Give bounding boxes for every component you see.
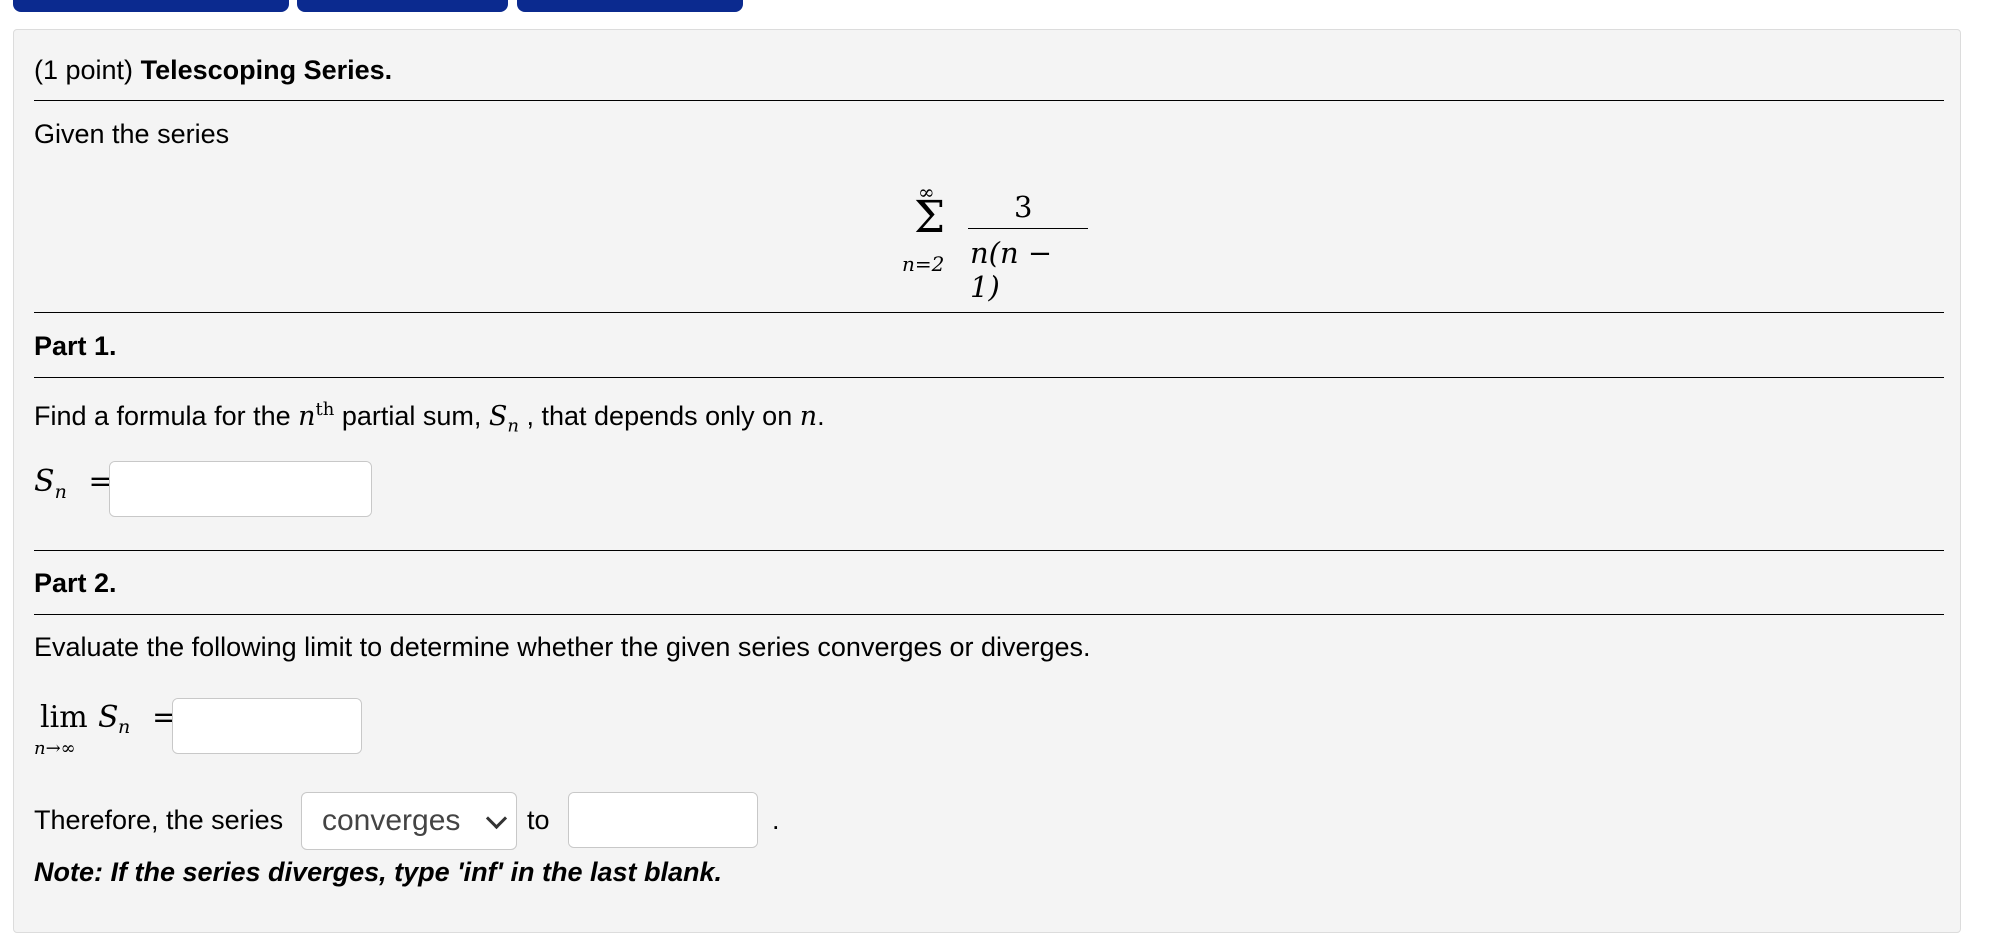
instruction-text: , that depends only on <box>519 401 800 431</box>
top-tab-1[interactable] <box>13 0 289 12</box>
lim-subscript: n→∞ <box>34 738 76 759</box>
sum-symbol: Σ <box>914 192 946 243</box>
sn-answer-field <box>109 461 372 517</box>
chevron-down-icon <box>485 807 508 830</box>
problem-title: Telescoping Series. <box>140 55 393 85</box>
top-tab-2[interactable] <box>297 0 508 12</box>
divider <box>34 614 1944 615</box>
part1-instruction: Find a formula for the nth partial sum, … <box>34 394 825 442</box>
fraction-denominator: n(n − 1) <box>970 236 1053 304</box>
problem-header: (1 point) Telescoping Series. <box>34 54 392 86</box>
top-tab-3[interactable] <box>517 0 743 12</box>
part2-instruction: Evaluate the following limit to determin… <box>34 632 1091 662</box>
therefore-text: Therefore, the series <box>34 805 284 835</box>
points-label: (1 point) <box>34 55 134 85</box>
sn-label: Sn = <box>34 464 114 503</box>
final-answer-field <box>568 792 758 848</box>
math-S: S <box>488 401 508 432</box>
to-text: to <box>527 805 550 835</box>
limit-answer-field <box>172 698 362 754</box>
note-text: Note: If the series diverges, type 'inf'… <box>34 857 723 887</box>
math-th: th <box>315 399 335 420</box>
final-input[interactable] <box>569 793 757 847</box>
divider <box>34 377 1944 378</box>
divider <box>34 312 1944 313</box>
sum-lower-limit: n=2 <box>902 252 945 276</box>
sn-input[interactable] <box>110 462 371 516</box>
math-n: n <box>799 401 818 432</box>
fraction-bar <box>968 228 1088 229</box>
series-formula: ∞ Σ n=2 3 n(n − 1) <box>900 178 1090 304</box>
divider <box>34 100 1944 101</box>
part2-heading: Part 2. <box>34 568 117 598</box>
fraction-numerator: 3 <box>1014 190 1033 224</box>
math-n: n <box>298 401 316 432</box>
math-S: S <box>34 464 55 499</box>
instruction-text: . <box>817 401 825 431</box>
select-value: converges <box>322 804 461 837</box>
math-sub-n: n <box>54 481 67 503</box>
given-text: Given the series <box>34 119 230 149</box>
math-S: S <box>98 700 119 735</box>
math-sub-n: n <box>118 716 131 738</box>
lim-text: lim <box>40 700 88 735</box>
convergence-select[interactable]: converges <box>301 792 517 850</box>
part1-heading: Part 1. <box>34 331 117 361</box>
divider <box>34 550 1944 551</box>
period-text: . <box>772 805 780 835</box>
instruction-text: Find a formula for the <box>34 401 299 431</box>
limit-input[interactable] <box>173 699 361 753</box>
problem-card: (1 point) Telescoping Series. Given the … <box>13 29 1961 933</box>
math-sub-n: n <box>507 415 519 437</box>
limit-label: lim n→∞ S n = <box>34 700 177 770</box>
instruction-text: partial sum, <box>334 401 489 431</box>
